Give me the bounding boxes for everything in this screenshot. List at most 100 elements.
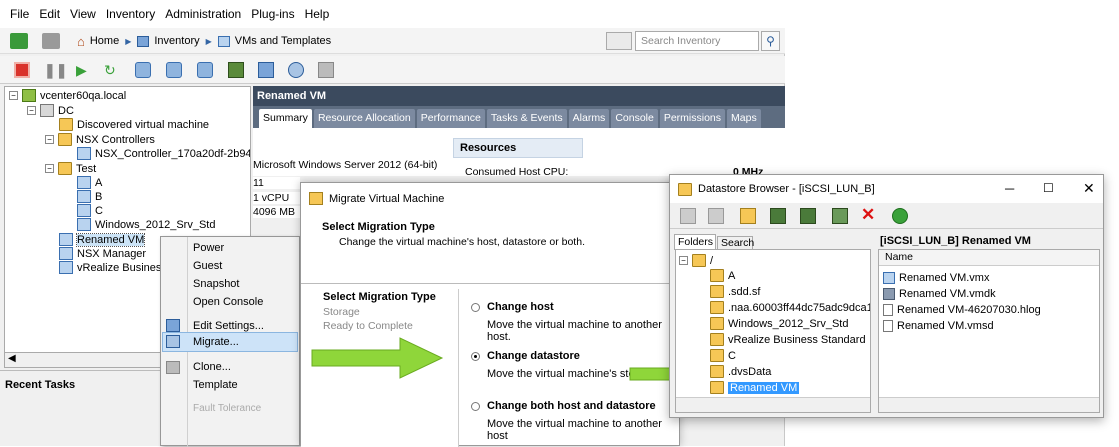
folder-c[interactable]: C [710,349,736,362]
snapshot-icon[interactable] [135,62,151,78]
tree-node-nsx-controllers[interactable]: − NSX Controllers [45,133,155,146]
option-change-host[interactable]: Change host Move the virtual machine to … [471,301,679,343]
tree-node-dc[interactable]: − DC [27,104,74,117]
breadcrumb-vms-templates[interactable]: VMs and Templates [217,35,331,47]
tab-maps[interactable]: Maps [727,109,761,128]
tab-search[interactable]: Search [717,236,754,250]
power-off-icon[interactable] [14,62,30,78]
menu-view[interactable]: View [70,7,96,21]
clone-tool-icon[interactable] [318,62,334,78]
folder-sdd[interactable]: .sdd.sf [710,285,760,298]
collapse-icon[interactable]: − [45,135,54,144]
scroll-left-icon[interactable]: ◀ [8,353,16,364]
tab-permissions[interactable]: Permissions [659,109,726,128]
minimize-icon[interactable]: ─ [1005,181,1014,196]
folder-naa[interactable]: .naa.60003ff44dc75adc9dca14 [710,301,870,314]
migrate-tool-icon[interactable] [288,62,304,78]
new-folder-icon[interactable] [740,208,756,224]
column-name-header[interactable]: Name [879,250,1099,266]
tree-node-windows[interactable]: Windows_2012_Srv_Std [77,218,215,231]
tree-node-b[interactable]: B [77,190,102,203]
forward-icon[interactable] [42,33,60,49]
step-ready[interactable]: Ready to Complete [323,320,413,332]
breadcrumb-inventory[interactable]: Inventory [137,35,200,47]
menu-item-clone[interactable]: Clone... [193,361,231,373]
tree-node-renamed-vm[interactable]: Renamed VM [59,232,146,247]
radio-change-datastore[interactable] [471,352,480,361]
search-input[interactable]: Search Inventory [635,31,759,51]
tree-node-a[interactable]: A [77,176,102,189]
folder-windows[interactable]: Windows_2012_Srv_Std [710,317,848,330]
suspend-icon[interactable]: ❚❚ [44,62,67,78]
search-icon[interactable]: ⚲ [761,31,780,51]
tab-resource-allocation[interactable]: Resource Allocation [313,109,415,128]
reset-icon[interactable]: ↻ [104,62,120,78]
tree-node-vrealize[interactable]: vRealize Business [59,261,167,274]
revert-snapshot-icon[interactable] [166,62,182,78]
folder-dvsdata[interactable]: .dvsData [710,365,771,378]
folder-renamed-vm[interactable]: Renamed VM [710,381,800,394]
tree-node-nsx-controller-vm[interactable]: NSX_Controller_170a20df-2b94-4 [77,147,250,160]
register-vm-icon[interactable] [832,208,848,224]
tab-summary[interactable]: Summary [259,109,312,128]
upload-icon[interactable] [680,208,696,224]
close-icon[interactable]: ✕ [1083,180,1095,197]
step-storage[interactable]: Storage [323,306,360,318]
menu-inventory[interactable]: Inventory [106,7,155,21]
step-select-type[interactable]: Select Migration Type [323,291,436,303]
radio-change-both[interactable] [471,402,480,411]
menu-item-open-console[interactable]: Open Console [193,296,263,308]
file-vmsd[interactable]: Renamed VM.vmsd [883,320,994,332]
snapshot-manager-icon[interactable] [197,62,213,78]
collapse-icon[interactable]: − [9,91,18,100]
tab-console[interactable]: Console [611,109,658,128]
file-vmx[interactable]: Renamed VM.vmx [883,272,989,284]
datastore-upload-icon[interactable] [770,208,786,224]
menu-edit[interactable]: Edit [39,7,60,21]
collapse-icon[interactable]: − [27,106,36,115]
back-icon[interactable] [10,33,28,49]
maximize-icon[interactable]: ☐ [1043,181,1054,195]
tree-node-test[interactable]: − Test [45,162,96,175]
tab-alarms[interactable]: Alarms [568,109,610,128]
delete-icon[interactable]: ✕ [861,206,877,224]
option-change-both[interactable]: Change both host and datastore Move the … [471,400,679,442]
refresh-icon[interactable] [892,208,908,224]
download-icon[interactable] [708,208,724,224]
datastore-download-icon[interactable] [800,208,816,224]
menu-administration[interactable]: Administration [165,7,241,21]
folder-vrealize[interactable]: vRealize Business Standard [710,333,866,346]
power-on-icon[interactable]: ▶ [76,62,92,78]
breadcrumb-home[interactable]: ⌂ Home [77,34,119,49]
radio-change-host[interactable] [471,303,480,312]
console-icon[interactable] [228,62,244,78]
search-scope-dropdown[interactable] [606,32,632,50]
menu-item-guest[interactable]: Guest [193,260,222,272]
tree-node-nsx-manager[interactable]: NSX Manager [59,247,146,260]
tab-folders[interactable]: Folders [674,234,716,250]
collapse-icon[interactable]: − [679,256,688,265]
collapse-icon[interactable]: − [45,164,54,173]
menu-item-power[interactable]: Power [193,242,224,254]
tree-node-discovered[interactable]: Discovered virtual machine [59,118,209,131]
folder-a[interactable]: A [710,269,735,282]
menu-item-edit-settings[interactable]: Edit Settings... [193,320,264,332]
tree-node-root[interactable]: − vcenter60qa.local [9,89,126,102]
tab-tasks-events[interactable]: Tasks & Events [486,109,567,128]
folder-tree-scrollbar[interactable] [676,397,870,412]
menu-file[interactable]: File [10,7,29,21]
menu-item-fault-tolerance[interactable]: Fault Tolerance [193,403,261,414]
file-hlog[interactable]: Renamed VM-46207030.hlog [883,304,1041,316]
edit-settings-icon[interactable] [258,62,274,78]
option-change-datastore[interactable]: Change datastore Move the virtual machin… [471,350,651,380]
file-vmdk[interactable]: Renamed VM.vmdk [883,288,996,300]
menu-item-snapshot[interactable]: Snapshot [193,278,239,290]
menu-item-template[interactable]: Template [193,379,238,391]
folder-root[interactable]: − / [679,254,713,267]
tree-node-c[interactable]: C [77,204,103,217]
tab-performance[interactable]: Performance [416,109,485,128]
menu-item-migrate[interactable]: Migrate... [193,336,239,348]
menu-help[interactable]: Help [305,7,330,21]
menu-plugins[interactable]: Plug-ins [251,7,294,21]
file-list-scrollbar[interactable] [879,397,1099,412]
